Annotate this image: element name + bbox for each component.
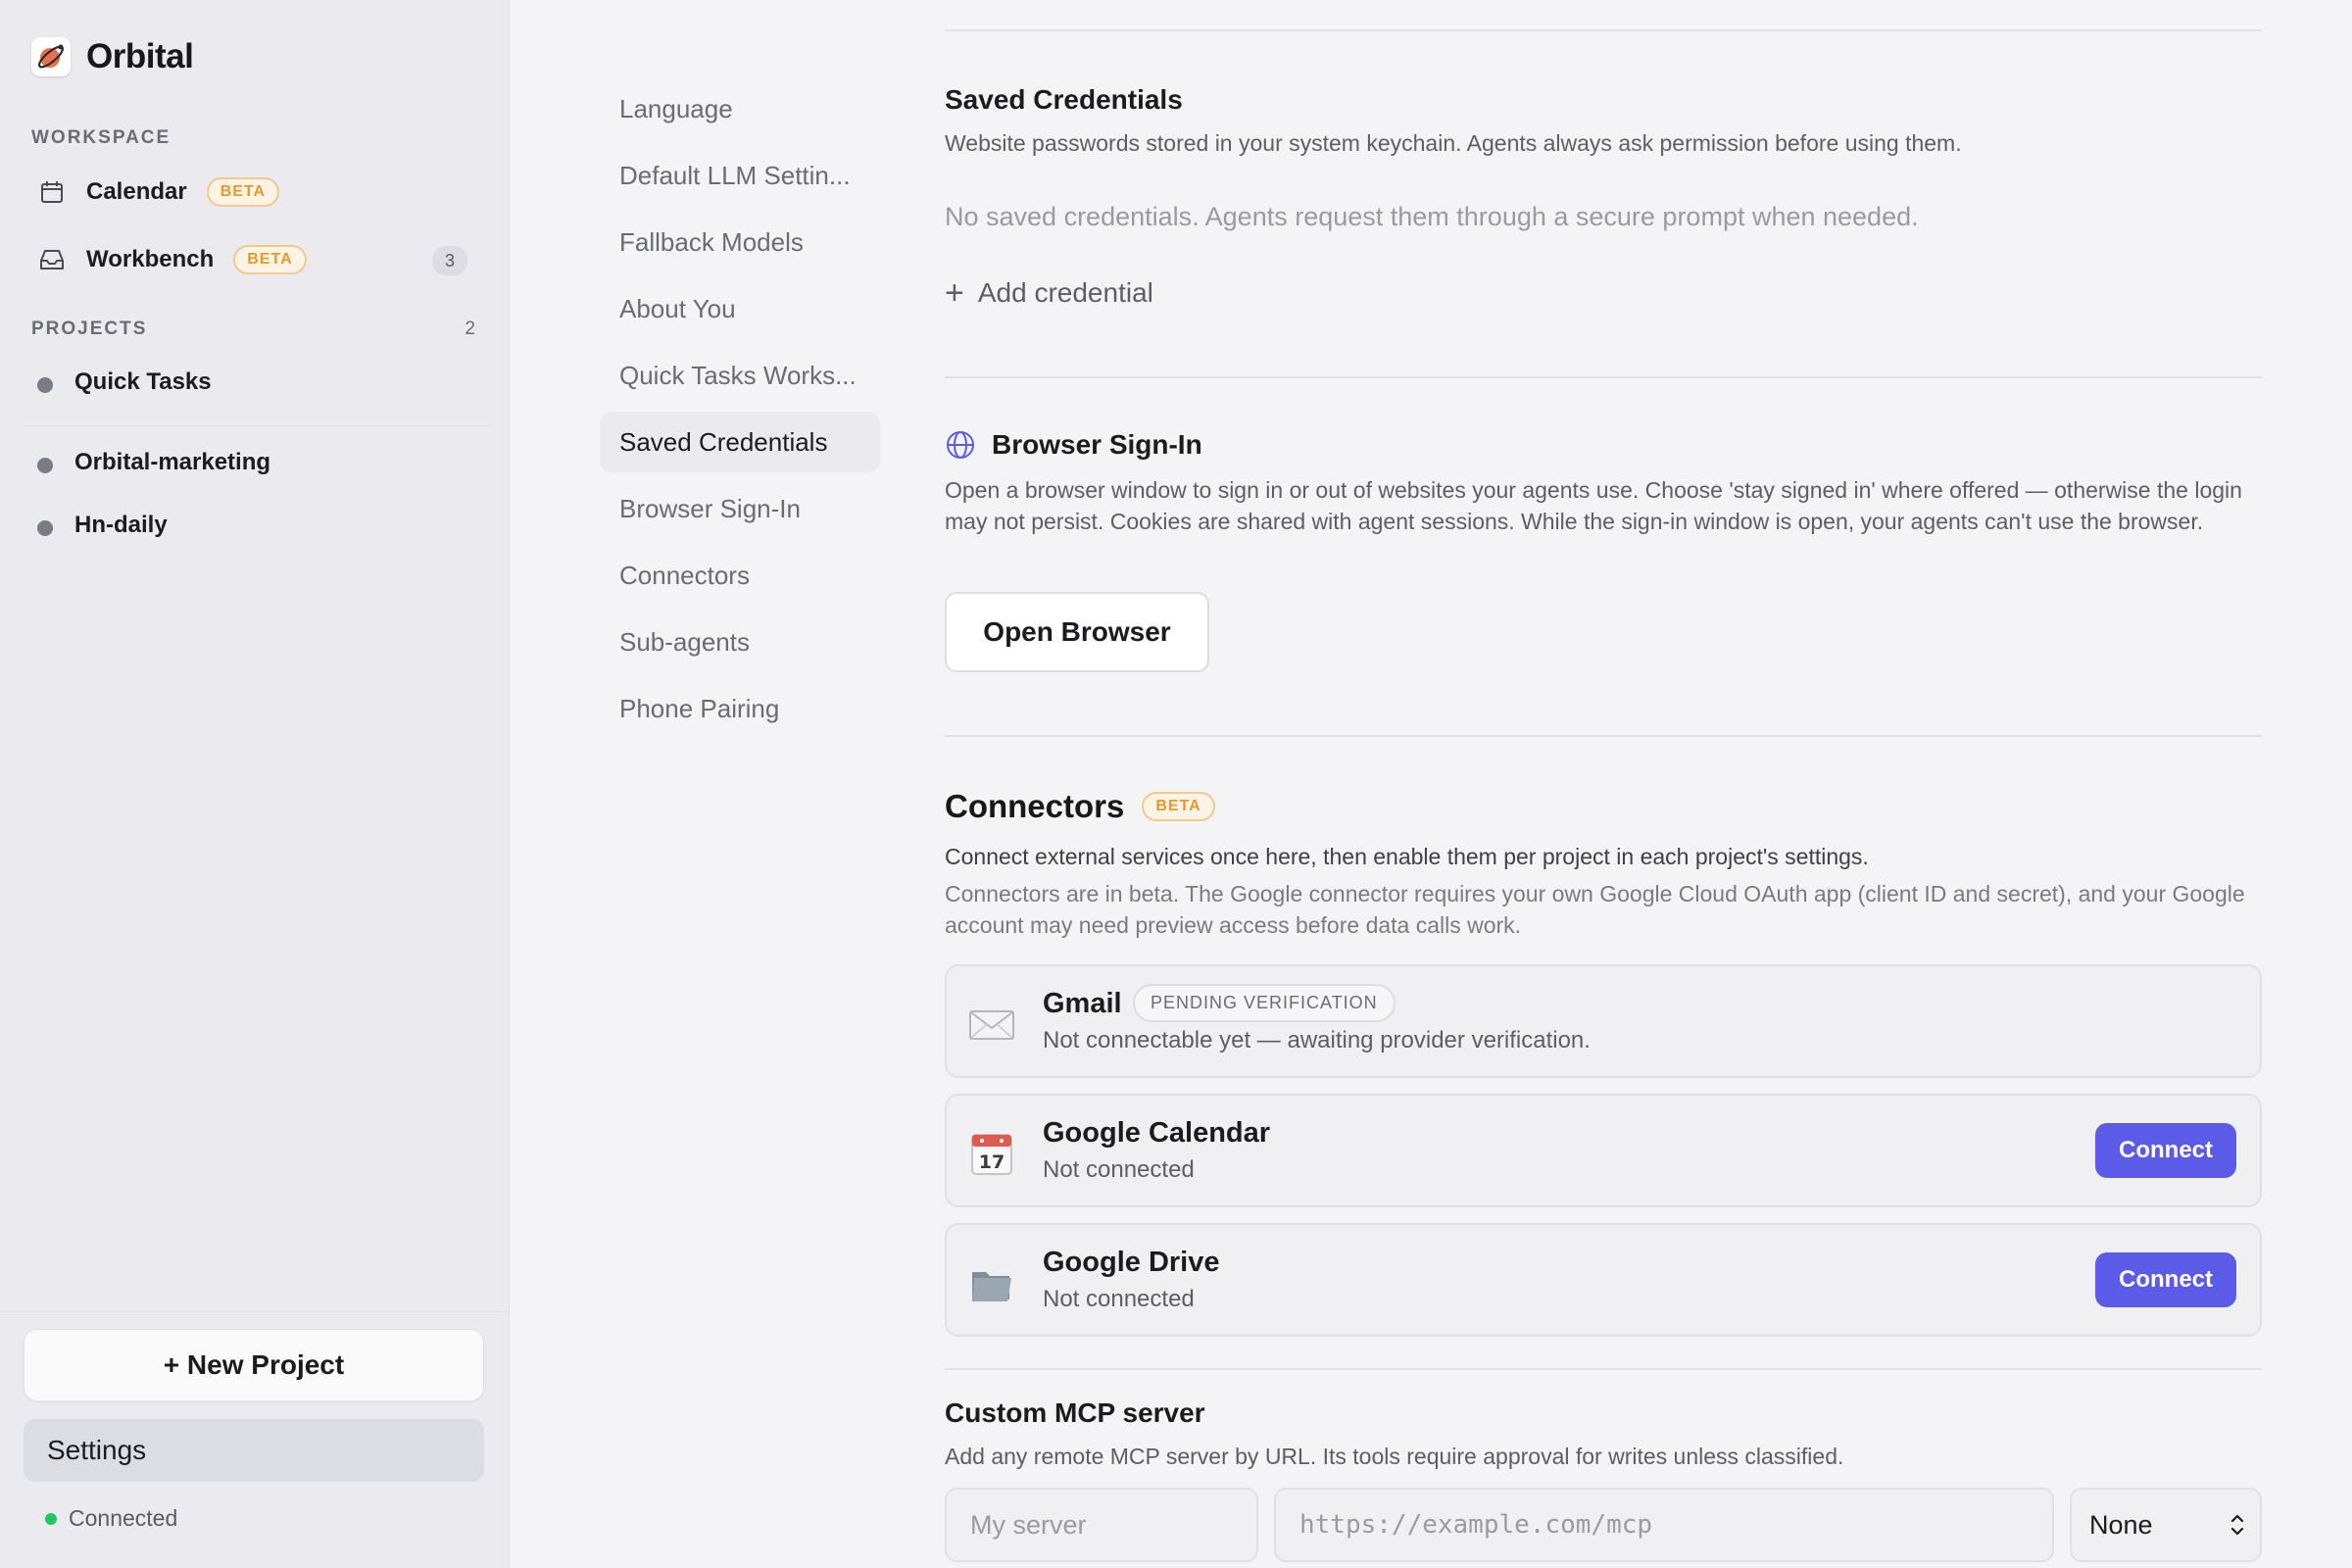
divider: [0, 1311, 510, 1312]
settings-nav-default-llm[interactable]: Default LLM Settin...: [600, 145, 880, 206]
connector-card-google-calendar: 17 Google Calendar Not connected Connect: [945, 1094, 2262, 1207]
browser-signin-header: Browser Sign-In: [945, 429, 1202, 461]
settings-nav-saved-credentials[interactable]: Saved Credentials: [600, 412, 880, 472]
divider: [24, 425, 494, 426]
app-name: Orbital: [86, 37, 194, 75]
divider: [945, 735, 2262, 737]
sidebar-item-label: Workbench: [86, 246, 215, 272]
project-label: Orbital-marketing: [74, 449, 271, 475]
project-dot-icon: [37, 377, 53, 393]
project-label: Hn-daily: [74, 512, 168, 538]
settings-nav-language[interactable]: Language: [600, 78, 880, 139]
add-credential-button[interactable]: + Add credential: [945, 276, 1153, 310]
connection-status: Connected: [45, 1505, 177, 1532]
saved-credentials-title: Saved Credentials: [945, 84, 1183, 115]
browser-signin-title: Browser Sign-In: [992, 429, 1202, 460]
beta-badge: BETA: [206, 177, 280, 207]
chevron-up-down-icon: [2229, 1511, 2246, 1539]
connectors-header: Connectors BETA: [945, 788, 1215, 825]
project-item-orbital-marketing[interactable]: Orbital-marketing: [37, 443, 270, 482]
settings-nav-quick-tasks[interactable]: Quick Tasks Works...: [600, 345, 880, 406]
settings-nav-sub-agents[interactable]: Sub-agents: [600, 612, 880, 672]
connect-google-calendar-button[interactable]: Connect: [2095, 1123, 2236, 1178]
connector-name: Google Calendar: [1043, 1117, 1271, 1149]
globe-icon: [945, 429, 976, 461]
connectors-title: Connectors: [945, 788, 1125, 824]
mcp-classification-select[interactable]: None: [2070, 1488, 2262, 1562]
connector-status: Not connected: [1043, 1156, 1195, 1183]
sidebar-item-label: Calendar: [86, 178, 187, 205]
workspace-section-label: WORKSPACE: [31, 127, 172, 148]
sidebar: Orbital WORKSPACE Calendar BETA Workbenc…: [0, 0, 510, 1568]
plus-icon: +: [945, 274, 964, 312]
custom-mcp-description: Add any remote MCP server by URL. Its to…: [945, 1444, 1844, 1469]
beta-badge: BETA: [1142, 792, 1215, 821]
custom-mcp-title: Custom MCP server: [945, 1397, 1205, 1428]
divider: [945, 29, 2262, 31]
settings-button[interactable]: Settings: [24, 1419, 484, 1482]
calendar-icon: [37, 177, 67, 207]
browser-signin-description: Open a browser window to sign in or out …: [945, 477, 2242, 534]
project-item-quick-tasks[interactable]: Quick Tasks: [37, 363, 212, 402]
workbench-count-badge: 3: [432, 246, 467, 275]
brand[interactable]: Orbital: [31, 37, 194, 76]
settings-nav-connectors[interactable]: Connectors: [600, 545, 880, 606]
envelope-icon: [968, 1002, 1015, 1047]
status-dot-icon: [45, 1512, 57, 1525]
settings-nav-about-you[interactable]: About You: [600, 278, 880, 339]
mcp-name-input[interactable]: My server: [945, 1488, 1258, 1562]
beta-badge: BETA: [233, 245, 307, 274]
folder-icon: [968, 1260, 1015, 1305]
orbital-logo-icon: [31, 37, 71, 76]
add-credential-label: Add credential: [977, 277, 1153, 308]
saved-credentials-description: Website passwords stored in your system …: [945, 130, 1962, 156]
inbox-icon: [37, 245, 67, 274]
divider: [945, 1368, 2262, 1370]
connectors-note: Connectors are in beta. The Google conne…: [945, 881, 2245, 938]
select-value: None: [2089, 1509, 2153, 1540]
settings-nav-phone-pairing[interactable]: Phone Pairing: [600, 678, 880, 739]
connector-name: Gmail: [1043, 988, 1122, 1019]
project-dot-icon: [37, 520, 53, 536]
projects-count: 2: [465, 318, 475, 339]
calendar-17-icon: 17: [968, 1131, 1015, 1176]
sidebar-item-workbench[interactable]: Workbench BETA: [37, 240, 307, 279]
connector-name: Google Drive: [1043, 1247, 1220, 1278]
settings-nav-browser-signin[interactable]: Browser Sign-In: [600, 478, 880, 539]
mcp-url-input[interactable]: https://example.com/mcp: [1274, 1488, 2054, 1562]
project-label: Quick Tasks: [74, 368, 212, 395]
connector-status: Not connectable yet — awaiting provider …: [1043, 1027, 1591, 1054]
status-text: Connected: [69, 1505, 178, 1531]
connector-card-gmail: Gmail PENDING VERIFICATION Not connectab…: [945, 964, 2262, 1078]
connector-card-google-drive: Google Drive Not connected Connect: [945, 1223, 2262, 1337]
projects-section-label: PROJECTS: [31, 318, 148, 339]
settings-nav-fallback-models[interactable]: Fallback Models: [600, 212, 880, 272]
pending-verification-badge: PENDING VERIFICATION: [1133, 984, 1396, 1022]
open-browser-button[interactable]: Open Browser: [945, 592, 1209, 672]
project-dot-icon: [37, 458, 53, 473]
saved-credentials-empty: No saved credentials. Agents request the…: [945, 202, 1919, 231]
divider: [945, 376, 2262, 378]
connectors-description: Connect external services once here, the…: [945, 844, 1869, 869]
svg-text:17: 17: [979, 1152, 1004, 1173]
connector-status: Not connected: [1043, 1286, 1195, 1312]
sidebar-item-calendar[interactable]: Calendar BETA: [37, 172, 280, 212]
project-item-hn-daily[interactable]: Hn-daily: [37, 506, 168, 545]
connect-google-drive-button[interactable]: Connect: [2095, 1252, 2236, 1307]
new-project-button[interactable]: + New Project: [24, 1329, 484, 1401]
settings-content: Saved Credentials Website passwords stor…: [945, 0, 2262, 1568]
